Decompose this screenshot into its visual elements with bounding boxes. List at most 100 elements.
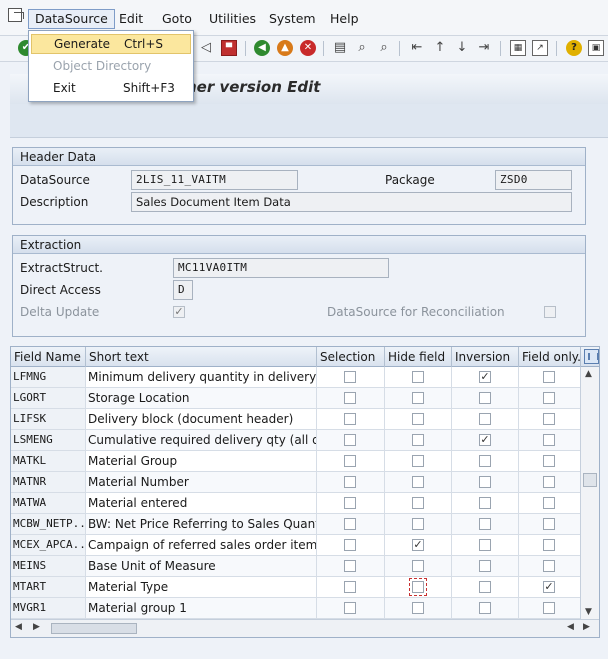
selection-checkbox[interactable]	[344, 581, 356, 593]
menu-goto[interactable]: Goto	[156, 9, 198, 29]
selection-checkbox[interactable]	[344, 539, 356, 551]
cancel-icon[interactable]: ✕	[300, 40, 316, 56]
field-only-checkbox[interactable]	[543, 518, 555, 530]
col-short-text[interactable]: Short text	[86, 347, 317, 367]
selection-checkbox[interactable]	[344, 434, 356, 446]
hide-checkbox[interactable]	[412, 476, 424, 488]
selection-checkbox[interactable]	[344, 518, 356, 530]
next-page-icon[interactable]: ↓	[454, 40, 470, 56]
col-field-only[interactable]: Field only...	[519, 347, 581, 367]
col-hide-field[interactable]: Hide field	[385, 347, 452, 367]
field-only-checkbox[interactable]	[543, 497, 555, 509]
table-row[interactable]: MEINS Base Unit of Measure	[11, 556, 581, 577]
table-row[interactable]: MATNR Material Number	[11, 472, 581, 493]
vertical-scrollbar[interactable]: ▲ ▼	[580, 367, 599, 619]
inversion-checkbox[interactable]	[479, 602, 491, 614]
save-icon[interactable]: ▀	[221, 40, 237, 56]
inversion-checkbox[interactable]	[479, 497, 491, 509]
inversion-checkbox[interactable]: ✓	[479, 371, 491, 383]
inversion-checkbox[interactable]: ✓	[479, 434, 491, 446]
back-triangle-icon[interactable]: ◁	[198, 40, 214, 56]
hide-checkbox[interactable]	[409, 578, 427, 596]
menu-edit[interactable]: Edit	[113, 9, 149, 29]
col-selection[interactable]: Selection	[317, 347, 385, 367]
inversion-checkbox[interactable]	[479, 560, 491, 572]
layout-icon[interactable]: ▣	[588, 40, 604, 56]
menu-item-generate[interactable]: Generate Ctrl+S	[31, 34, 191, 54]
table-row[interactable]: LGORT Storage Location	[11, 388, 581, 409]
table-row[interactable]: LSMENG Cumulative required delivery qty (…	[11, 430, 581, 451]
table-row[interactable]: MATKL Material Group	[11, 451, 581, 472]
selection-checkbox[interactable]	[344, 497, 356, 509]
hide-checkbox[interactable]	[412, 371, 424, 383]
inversion-checkbox[interactable]	[479, 539, 491, 551]
hide-checkbox[interactable]	[412, 602, 424, 614]
exit-icon[interactable]: ▲	[277, 40, 293, 56]
help-icon[interactable]: ?	[566, 40, 582, 56]
scroll-up-icon[interactable]: ▲	[585, 369, 592, 379]
inversion-checkbox[interactable]	[479, 392, 491, 404]
description-field[interactable]: Sales Document Item Data	[131, 192, 572, 212]
hide-checkbox[interactable]: ✓	[412, 539, 424, 551]
datasource-field[interactable]: 2LIS_11_VAITM	[131, 170, 298, 190]
first-page-icon[interactable]: ⇤	[409, 40, 425, 56]
table-row[interactable]: MTART Material Type ✓	[11, 577, 581, 598]
inversion-checkbox[interactable]	[479, 581, 491, 593]
menu-item-exit[interactable]: Exit Shift+F3	[31, 78, 191, 98]
table-row[interactable]: MVGR1 Material group 1	[11, 598, 581, 619]
create-session-icon[interactable]: ▦	[510, 40, 526, 56]
hide-checkbox[interactable]	[412, 434, 424, 446]
hide-checkbox[interactable]	[412, 497, 424, 509]
menu-help[interactable]: Help	[324, 9, 365, 29]
scroll-right-icon[interactable]: ▶	[33, 622, 40, 632]
table-row[interactable]: LIFSK Delivery block (document header)	[11, 409, 581, 430]
selection-checkbox[interactable]	[344, 476, 356, 488]
field-only-checkbox[interactable]	[543, 434, 555, 446]
selection-checkbox[interactable]	[344, 602, 356, 614]
extract-struct-field[interactable]: MC11VA0ITM	[173, 258, 389, 278]
selection-checkbox[interactable]	[344, 455, 356, 467]
col-inversion[interactable]: Inversion	[452, 347, 519, 367]
hide-checkbox[interactable]	[412, 392, 424, 404]
field-only-checkbox[interactable]	[543, 392, 555, 404]
find-icon[interactable]: ⌕	[354, 40, 370, 56]
inversion-checkbox[interactable]	[479, 455, 491, 467]
back-icon[interactable]: ◀	[254, 40, 270, 56]
menu-utilities[interactable]: Utilities	[203, 9, 262, 29]
scroll-left-icon[interactable]: ◀	[15, 622, 22, 632]
previous-page-icon[interactable]: ↑	[432, 40, 448, 56]
field-only-checkbox[interactable]	[543, 455, 555, 467]
col-field-name[interactable]: Field Name	[11, 347, 86, 367]
field-only-checkbox[interactable]	[543, 371, 555, 383]
scroll-left-end-icon[interactable]: ◀	[567, 622, 574, 632]
hide-checkbox[interactable]	[412, 560, 424, 572]
menu-datasource[interactable]: DataSource	[28, 9, 115, 29]
field-only-checkbox[interactable]	[543, 476, 555, 488]
direct-access-field[interactable]: D	[173, 280, 193, 300]
scroll-down-icon[interactable]: ▼	[585, 607, 592, 617]
shortcut-icon[interactable]: ↗	[532, 40, 548, 56]
selection-checkbox[interactable]	[344, 371, 356, 383]
table-row[interactable]: LFMNG Minimum delivery quantity in delive…	[11, 367, 581, 388]
table-row[interactable]: MATWA Material entered	[11, 493, 581, 514]
column-settings-icon[interactable]	[584, 349, 599, 364]
print-icon[interactable]: ▤	[332, 40, 348, 56]
field-only-checkbox[interactable]	[543, 539, 555, 551]
selection-checkbox[interactable]	[344, 392, 356, 404]
last-page-icon[interactable]: ⇥	[476, 40, 492, 56]
selection-checkbox[interactable]	[344, 560, 356, 572]
menu-system[interactable]: System	[263, 9, 322, 29]
hide-checkbox[interactable]	[412, 413, 424, 425]
horizontal-scroll-thumb[interactable]	[51, 623, 137, 634]
field-only-checkbox[interactable]	[543, 602, 555, 614]
system-menu-icon[interactable]	[8, 8, 24, 22]
field-only-checkbox[interactable]	[543, 413, 555, 425]
table-row[interactable]: MCEX_APCA... Campaign of referred sales o…	[11, 535, 581, 556]
inversion-checkbox[interactable]	[479, 476, 491, 488]
field-only-checkbox[interactable]	[543, 560, 555, 572]
table-row[interactable]: MCBW_NETP... BW: Net Price Referring to S…	[11, 514, 581, 535]
inversion-checkbox[interactable]	[479, 518, 491, 530]
hide-checkbox[interactable]	[412, 455, 424, 467]
vertical-scroll-thumb[interactable]	[583, 473, 597, 487]
horizontal-scrollbar[interactable]: ◀ ▶ ◀ ▶	[11, 619, 599, 637]
